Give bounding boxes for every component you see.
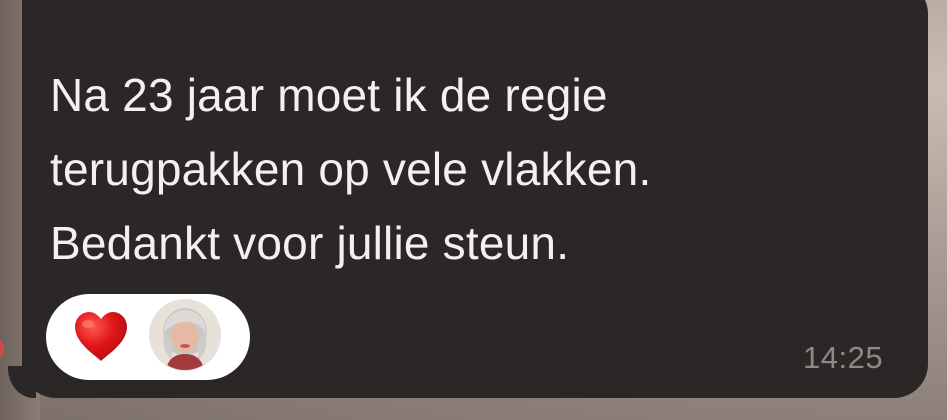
message-text: Na 23 jaar moet ik de regie terugpakken … — [50, 58, 870, 280]
reactions-pill[interactable] — [46, 294, 250, 380]
avatar[interactable] — [150, 300, 220, 370]
message-line-2: terugpakken op vele vlakken. — [50, 143, 652, 195]
message-line-1: Na 23 jaar moet ik de regie — [50, 69, 608, 121]
message-timestamp: 14:25 — [803, 340, 884, 375]
message-line-3: Bedankt voor jullie steun. — [50, 217, 570, 269]
heart-icon — [75, 312, 127, 361]
avatar-image — [150, 300, 220, 370]
